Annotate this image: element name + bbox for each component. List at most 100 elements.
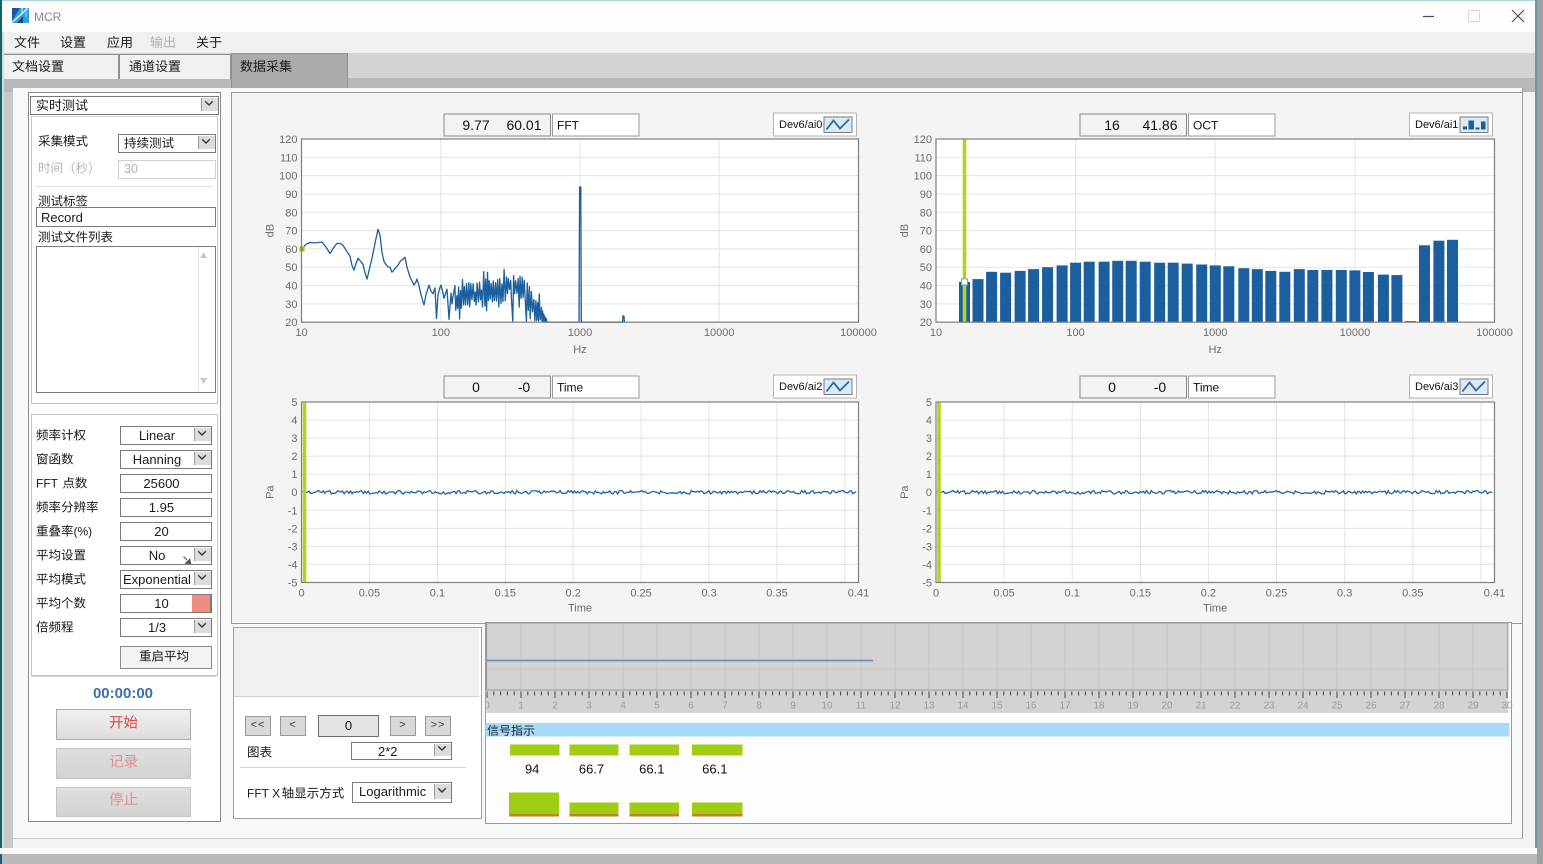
svg-text:Time: Time: [1203, 603, 1227, 615]
svg-text:10: 10: [295, 327, 307, 339]
svg-text:Dev6/ai0: Dev6/ai0: [779, 119, 822, 131]
svg-text:80: 80: [285, 207, 297, 219]
svg-text:Time: Time: [568, 603, 592, 615]
svg-text:-3: -3: [288, 541, 298, 553]
svg-text:-1: -1: [288, 505, 298, 517]
svg-text:70: 70: [920, 226, 932, 238]
svg-text:100000: 100000: [840, 327, 877, 339]
svg-text:2: 2: [552, 701, 558, 712]
svg-text:10: 10: [821, 701, 833, 712]
svg-text:0.35: 0.35: [1402, 588, 1423, 600]
svg-text:50: 50: [285, 262, 297, 274]
svg-text:-4: -4: [288, 559, 298, 571]
svg-text:100: 100: [914, 171, 932, 183]
svg-text:60: 60: [285, 244, 297, 256]
svg-text:11: 11: [856, 701, 867, 712]
svg-text:-0: -0: [1154, 379, 1167, 395]
svg-text:FFT X: FFT X: [247, 787, 280, 801]
svg-text:1000: 1000: [1203, 327, 1227, 339]
svg-text:94: 94: [525, 762, 539, 777]
svg-text:1: 1: [291, 469, 297, 481]
svg-text:40: 40: [920, 281, 932, 293]
svg-text:0.3: 0.3: [1337, 588, 1352, 600]
svg-text:1: 1: [926, 469, 932, 481]
svg-text:5: 5: [926, 397, 932, 409]
svg-text:0.2: 0.2: [1201, 588, 1216, 600]
svg-text:40: 40: [285, 281, 297, 293]
svg-text:70: 70: [285, 226, 297, 238]
svg-text:4: 4: [291, 415, 297, 427]
svg-text:16: 16: [1104, 117, 1120, 133]
svg-text:90: 90: [285, 189, 297, 201]
svg-text:0.41: 0.41: [848, 588, 869, 600]
svg-text:80: 80: [920, 207, 932, 219]
svg-text:0.1: 0.1: [430, 588, 445, 600]
svg-text:30: 30: [1501, 701, 1513, 712]
svg-text:4: 4: [926, 415, 932, 427]
svg-text:21: 21: [1195, 701, 1207, 712]
svg-text:24: 24: [1297, 701, 1309, 712]
svg-text:0: 0: [472, 379, 480, 395]
svg-text:16: 16: [1025, 701, 1037, 712]
svg-text:60: 60: [920, 244, 932, 256]
svg-text:25: 25: [1331, 701, 1343, 712]
svg-text:41.86: 41.86: [1142, 117, 1177, 133]
svg-text:8: 8: [756, 701, 762, 712]
svg-text:Dev6/ai1: Dev6/ai1: [1415, 119, 1458, 131]
svg-text:3: 3: [291, 433, 297, 445]
svg-text:0: 0: [485, 701, 490, 712]
svg-text:-2: -2: [922, 523, 932, 535]
svg-text:2: 2: [291, 451, 297, 463]
svg-text:50: 50: [920, 262, 932, 274]
svg-text:0.35: 0.35: [766, 588, 787, 600]
svg-text:30: 30: [285, 299, 297, 311]
svg-text:-1: -1: [922, 505, 932, 517]
svg-text:17: 17: [1059, 701, 1071, 712]
svg-text:28: 28: [1433, 701, 1445, 712]
svg-text:Dev6/ai3: Dev6/ai3: [1415, 381, 1458, 393]
svg-text:0.1: 0.1: [1065, 588, 1080, 600]
svg-text:5: 5: [291, 397, 297, 409]
svg-text:120: 120: [914, 134, 932, 146]
svg-text:110: 110: [914, 152, 932, 164]
svg-text:2: 2: [926, 451, 932, 463]
svg-text:29: 29: [1467, 701, 1479, 712]
svg-text:10: 10: [930, 327, 942, 339]
svg-text:0: 0: [926, 487, 932, 499]
svg-text:19: 19: [1127, 701, 1139, 712]
svg-text:110: 110: [280, 152, 298, 164]
svg-text:-5: -5: [922, 578, 932, 590]
svg-text:4: 4: [620, 701, 626, 712]
svg-text:0: 0: [1108, 379, 1116, 395]
svg-text:5: 5: [654, 701, 660, 712]
svg-text:Time: Time: [1193, 381, 1220, 395]
svg-text:30: 30: [920, 299, 932, 311]
svg-text:Time: Time: [557, 381, 584, 395]
svg-text:10000: 10000: [704, 327, 735, 339]
svg-text:18: 18: [1093, 701, 1105, 712]
svg-text:90: 90: [920, 189, 932, 201]
svg-text:0.3: 0.3: [701, 588, 716, 600]
svg-text:1: 1: [518, 701, 524, 712]
svg-text:100: 100: [432, 327, 450, 339]
svg-text:6: 6: [688, 701, 694, 712]
svg-text:0.15: 0.15: [495, 588, 516, 600]
svg-text:Pa: Pa: [899, 485, 911, 499]
svg-text:100: 100: [279, 171, 297, 183]
svg-text:14: 14: [957, 701, 969, 712]
svg-text:27: 27: [1399, 701, 1411, 712]
svg-text:0.2: 0.2: [566, 588, 581, 600]
svg-text:FFT: FFT: [36, 476, 59, 490]
svg-text:Pa: Pa: [265, 485, 277, 499]
svg-text:0.05: 0.05: [993, 588, 1014, 600]
svg-text:9.77: 9.77: [462, 117, 489, 133]
svg-text:66.7: 66.7: [579, 762, 604, 777]
svg-text:100: 100: [1066, 327, 1084, 339]
svg-text:20: 20: [1161, 701, 1173, 712]
svg-text:66.1: 66.1: [702, 762, 727, 777]
svg-text:100000: 100000: [1476, 327, 1513, 339]
svg-text:FFT: FFT: [557, 119, 580, 133]
svg-text:OCT: OCT: [1193, 119, 1219, 133]
svg-text:-3: -3: [922, 541, 932, 553]
svg-text:Hz: Hz: [573, 344, 586, 356]
